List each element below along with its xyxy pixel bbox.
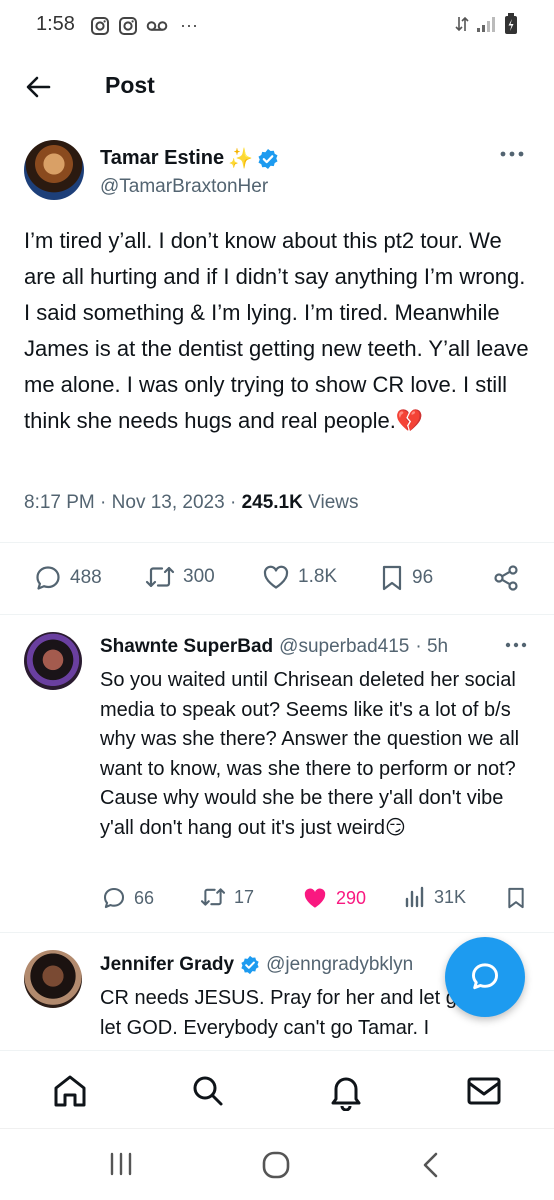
- status-bar: 1:58 ···: [0, 0, 554, 48]
- repost-button[interactable]: 300: [145, 564, 215, 590]
- reply-like-count: 290: [336, 887, 367, 908]
- views-label: Views: [308, 492, 359, 513]
- reply-icon: [36, 566, 60, 590]
- repost-icon: [145, 566, 175, 588]
- home-icon: [54, 1075, 86, 1107]
- analytics-icon: [405, 886, 424, 908]
- reply-header: Jennifer Grady @jenngradybklyn: [100, 954, 440, 976]
- notification-icons: ···: [90, 15, 198, 36]
- back-button[interactable]: [22, 70, 56, 104]
- reply-header: Shawnte SuperBad @superbad415 · 5h: [100, 636, 500, 658]
- author-name-row[interactable]: Tamar Estine ✨: [100, 146, 279, 171]
- mail-icon: [467, 1077, 501, 1105]
- reply-views-button[interactable]: 31K: [404, 886, 466, 908]
- bookmark-count: 96: [412, 567, 434, 588]
- reply-more-button[interactable]: [505, 642, 527, 648]
- nav-search[interactable]: [188, 1071, 228, 1111]
- bottom-navigation: [0, 1050, 554, 1128]
- divider: [0, 614, 554, 615]
- reply-author-name[interactable]: Shawnte SuperBad: [100, 636, 273, 658]
- reply-bookmark-button[interactable]: [506, 886, 526, 910]
- reply-text: So you waited until Chrisean deleted her…: [100, 669, 520, 839]
- reply-avatar[interactable]: [24, 950, 82, 1008]
- heart-filled-icon: [304, 888, 326, 908]
- compose-reply-button[interactable]: [445, 937, 525, 1017]
- reply-avatar[interactable]: [24, 632, 82, 690]
- system-icons: [454, 13, 518, 35]
- recent-apps-button[interactable]: [108, 1151, 134, 1177]
- reply-author-handle[interactable]: @jenngradybklyn: [266, 954, 413, 976]
- page-title: Post: [105, 72, 155, 98]
- reply-bubble-icon: [472, 963, 498, 990]
- reply-icon: [103, 887, 125, 909]
- back-system-button[interactable]: [420, 1151, 442, 1179]
- author-handle[interactable]: @TamarBraxtonHer: [100, 176, 268, 198]
- repost-icon: [200, 888, 226, 906]
- more-horizontal-icon: [505, 642, 527, 648]
- post-meta: 8:17 PM · Nov 13, 2023 · 245.1K Views: [24, 492, 359, 513]
- post-time[interactable]: 8:17 PM: [24, 492, 95, 513]
- signal-icon: [477, 17, 495, 32]
- post-date[interactable]: Nov 13, 2023: [112, 492, 225, 513]
- reply-repost-button[interactable]: 17: [200, 886, 254, 908]
- bell-icon: [331, 1077, 361, 1111]
- views-count: 245.1K: [241, 492, 303, 513]
- back-arrow-icon: [26, 76, 51, 98]
- reply-reply-button[interactable]: 66: [102, 886, 154, 910]
- divider: [0, 542, 554, 543]
- divider: [0, 932, 554, 933]
- author-name: Tamar Estine: [100, 147, 225, 169]
- home-circle-icon: [262, 1151, 290, 1179]
- reply-author-name[interactable]: Jennifer Grady: [100, 954, 234, 976]
- reply-author-handle[interactable]: @superbad415: [279, 636, 409, 658]
- reply-reply-count: 66: [134, 887, 155, 908]
- status-more: ···: [180, 15, 198, 35]
- nav-home[interactable]: [50, 1071, 90, 1111]
- nav-notifications[interactable]: [326, 1071, 366, 1111]
- reply-count: 488: [70, 567, 102, 588]
- instagram-icon: [91, 16, 109, 35]
- recents-icon: [110, 1152, 132, 1176]
- post-action-bar: 488 300 1.8K 96: [0, 556, 554, 602]
- heart-icon: [263, 565, 289, 589]
- voicemail-icon: [146, 20, 168, 31]
- author-avatar[interactable]: [24, 140, 84, 200]
- battery-icon: [505, 13, 517, 34]
- more-horizontal-icon: [500, 151, 524, 157]
- bookmark-icon: [382, 565, 402, 591]
- search-icon: [193, 1076, 223, 1106]
- bookmark-icon: [508, 887, 524, 909]
- instagram-icon: [119, 16, 137, 35]
- like-button[interactable]: 1.8K: [262, 564, 337, 590]
- sparkles-emoji: ✨: [228, 148, 254, 170]
- post-text: I’m tired y’all. I don’t know about this…: [24, 228, 529, 433]
- system-navigation: [0, 1128, 554, 1200]
- verified-badge-icon: [258, 148, 278, 169]
- chevron-left-icon: [423, 1152, 438, 1178]
- reply-repost-count: 17: [234, 886, 255, 907]
- share-button[interactable]: [492, 564, 520, 592]
- reply-views-count: 31K: [434, 886, 467, 907]
- reply-time: · 5h: [415, 636, 449, 657]
- reply-like-button[interactable]: 290: [302, 886, 366, 910]
- reply-item[interactable]: Shawnte SuperBad @superbad415 · 5h So yo…: [0, 618, 554, 924]
- status-time: 1:58: [36, 13, 75, 35]
- home-system-button[interactable]: [262, 1151, 290, 1179]
- like-count: 1.8K: [298, 566, 338, 587]
- data-transfer-icon: [455, 16, 469, 32]
- share-icon: [494, 565, 518, 591]
- verified-badge-icon: [241, 955, 259, 975]
- post-header: Post: [0, 58, 554, 114]
- reply-button[interactable]: 488: [34, 564, 102, 592]
- nav-messages[interactable]: [464, 1071, 504, 1111]
- reply-action-bar: 66 17 290 31K: [0, 880, 554, 920]
- repost-count: 300: [183, 566, 215, 587]
- post-more-button[interactable]: [500, 150, 524, 158]
- bookmark-button[interactable]: 96: [380, 564, 433, 592]
